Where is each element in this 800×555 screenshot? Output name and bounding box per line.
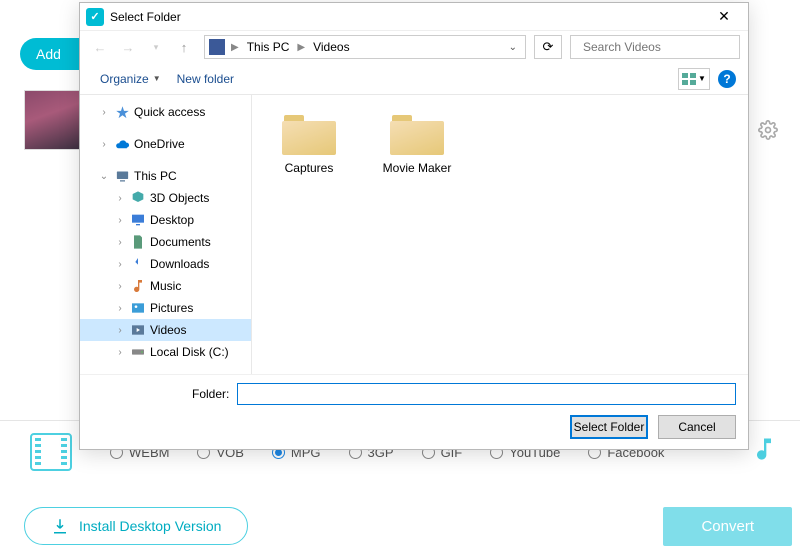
app-icon: ✓ — [86, 8, 104, 26]
install-desktop-button[interactable]: Install Desktop Version — [24, 507, 248, 545]
folder-movie-maker[interactable]: Movie Maker — [378, 107, 456, 179]
breadcrumb-pc-icon — [209, 39, 225, 55]
cloud-icon — [114, 136, 130, 152]
folder-type-icon — [130, 256, 146, 272]
tree-item-desktop[interactable]: ›Desktop — [80, 209, 251, 231]
chevron-right-icon[interactable]: › — [114, 347, 126, 358]
breadcrumb-current[interactable]: Videos — [309, 38, 353, 56]
folder-input[interactable] — [237, 383, 736, 405]
select-folder-dialog: ✓ Select Folder ✕ ← → ▾ ↑ ▶ This PC ▶ Vi… — [79, 2, 749, 450]
tree-item-music[interactable]: ›Music — [80, 275, 251, 297]
chevron-right-icon[interactable]: › — [114, 325, 126, 336]
tree-item-local-disk-c-[interactable]: ›Local Disk (C:) — [80, 341, 251, 363]
chevron-right-icon[interactable]: › — [98, 139, 110, 150]
tree-panel: ›Quick access ›OneDrive ⌄This PC ›3D Obj… — [80, 95, 252, 374]
folder-type-icon — [130, 234, 146, 250]
chevron-down-icon: ▼ — [153, 74, 161, 83]
folder-icon — [390, 111, 444, 155]
folder-icon — [282, 111, 336, 155]
video-thumbnail[interactable] — [24, 90, 84, 150]
folder-content[interactable]: Captures Movie Maker — [252, 95, 748, 374]
tree-item-documents[interactable]: ›Documents — [80, 231, 251, 253]
chevron-down-icon: ▼ — [698, 74, 706, 83]
settings-gear-icon[interactable] — [758, 120, 778, 145]
close-button[interactable]: ✕ — [704, 4, 744, 30]
search-input[interactable] — [570, 35, 740, 59]
folder-type-icon — [130, 212, 146, 228]
search-field[interactable] — [583, 40, 738, 54]
tree-quick-access[interactable]: ›Quick access — [80, 101, 251, 123]
folder-type-icon — [130, 278, 146, 294]
titlebar: ✓ Select Folder ✕ — [80, 3, 748, 31]
chevron-right-icon[interactable]: › — [114, 237, 126, 248]
chevron-right-icon[interactable]: › — [114, 193, 126, 204]
nav-dropdown-icon[interactable]: ▾ — [144, 35, 168, 59]
nav-forward-icon[interactable]: → — [116, 35, 140, 59]
chevron-right-icon[interactable]: › — [114, 281, 126, 292]
tree-item-videos[interactable]: ›Videos — [80, 319, 251, 341]
convert-button[interactable]: Convert — [663, 507, 792, 546]
chevron-right-icon: ▶ — [297, 42, 305, 53]
pc-icon — [114, 168, 130, 184]
help-button[interactable]: ? — [718, 70, 736, 88]
chevron-down-icon[interactable]: ⌄ — [98, 171, 110, 182]
refresh-button[interactable]: ⟳ — [534, 35, 562, 59]
folder-label: Folder: — [192, 387, 229, 401]
tree-item-pictures[interactable]: ›Pictures — [80, 297, 251, 319]
folder-captures[interactable]: Captures — [270, 107, 348, 179]
music-icon[interactable] — [750, 435, 778, 468]
star-icon — [114, 104, 130, 120]
view-mode-button[interactable]: ▼ — [678, 68, 710, 90]
tree-onedrive[interactable]: ›OneDrive — [80, 133, 251, 155]
folder-type-icon — [130, 344, 146, 360]
tree-this-pc[interactable]: ⌄This PC — [80, 165, 251, 187]
nav-up-icon[interactable]: ↑ — [172, 35, 196, 59]
folder-type-icon — [130, 300, 146, 316]
add-button[interactable]: Add — [20, 38, 83, 70]
folder-type-icon — [130, 190, 146, 206]
breadcrumb[interactable]: ▶ This PC ▶ Videos ⌄ — [204, 35, 526, 59]
select-folder-button[interactable]: Select Folder — [570, 415, 648, 439]
film-icon — [30, 433, 72, 471]
new-folder-button[interactable]: New folder — [169, 68, 242, 90]
nav-back-icon[interactable]: ← — [88, 35, 112, 59]
organize-menu[interactable]: Organize▼ — [92, 68, 169, 90]
folder-type-icon — [130, 322, 146, 338]
chevron-right-icon[interactable]: › — [114, 215, 126, 226]
dialog-title: Select Folder — [110, 10, 704, 24]
breadcrumb-root[interactable]: This PC — [243, 38, 294, 56]
dialog-footer: Folder: Select Folder Cancel — [80, 374, 748, 449]
toolbar: Organize▼ New folder ▼ ? — [80, 63, 748, 95]
chevron-right-icon: ▶ — [231, 42, 239, 53]
cancel-button[interactable]: Cancel — [658, 415, 736, 439]
folder-label: Movie Maker — [383, 161, 452, 175]
navbar: ← → ▾ ↑ ▶ This PC ▶ Videos ⌄ ⟳ — [80, 31, 748, 63]
chevron-right-icon[interactable]: › — [98, 107, 110, 118]
chevron-right-icon[interactable]: › — [114, 259, 126, 270]
tree-item-downloads[interactable]: ›Downloads — [80, 253, 251, 275]
chevron-right-icon[interactable]: › — [114, 303, 126, 314]
folder-label: Captures — [285, 161, 334, 175]
tree-item-3d-objects[interactable]: ›3D Objects — [80, 187, 251, 209]
breadcrumb-dropdown-icon[interactable]: ⌄ — [505, 42, 521, 53]
